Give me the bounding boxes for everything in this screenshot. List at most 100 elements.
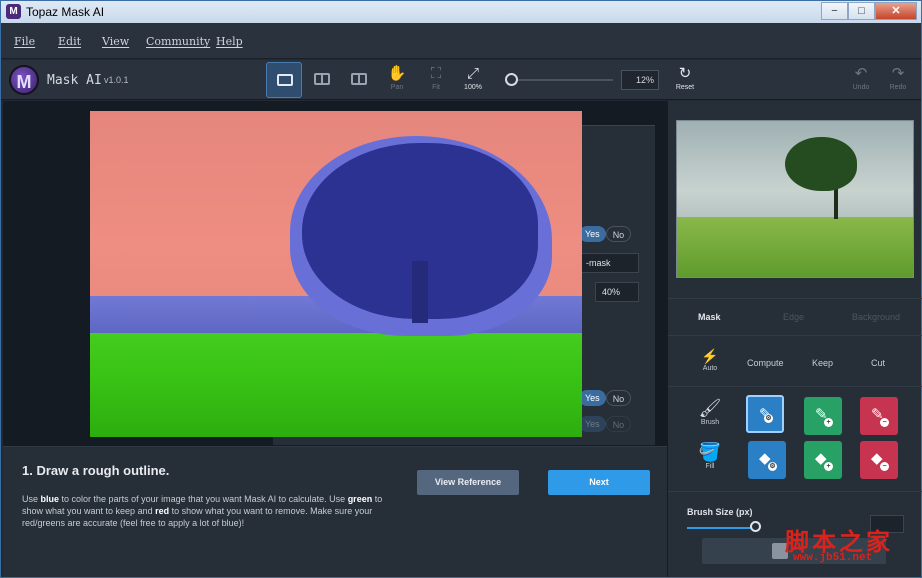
keep-fill-button[interactable]: ◆ + <box>804 441 842 479</box>
step-title: 1. Draw a rough outline. <box>22 463 170 478</box>
window-title: Topaz Mask AI <box>26 5 105 19</box>
undo-button[interactable]: ↶ Undo <box>845 64 877 91</box>
toggle-2[interactable]: Yes No <box>579 390 632 406</box>
title-bar: M Topaz Mask AI − □ ✕ <box>1 1 921 23</box>
reset-icon: ↻ <box>678 65 692 82</box>
keep-label: Keep <box>812 358 834 368</box>
auto-button[interactable]: ⚡ Auto <box>700 347 720 372</box>
lightning-icon: ⚡ <box>701 348 719 364</box>
app-name: Mask AI <box>47 73 102 88</box>
side-by-side-view-button[interactable] <box>341 62 377 98</box>
expand-icon: ⤢ <box>466 65 479 82</box>
instructions-panel: 1. Draw a rough outline. Use blue to col… <box>3 446 667 577</box>
divider <box>668 386 922 387</box>
minimize-button[interactable]: − <box>821 2 848 20</box>
compute-fill-button[interactable]: ◆ ⚙ <box>748 441 786 479</box>
fit-tool[interactable]: ⛶ Fit <box>420 64 452 91</box>
pan-tool[interactable]: ✋ Pan <box>381 64 413 91</box>
toggle-3-no[interactable]: No <box>605 416 632 432</box>
hand-icon: ✋ <box>387 65 407 82</box>
percent-dropdown[interactable]: 40% <box>595 282 639 302</box>
next-button[interactable]: Next <box>548 470 650 495</box>
menu-help[interactable]: Help <box>216 35 243 48</box>
preview-grass <box>677 217 913 277</box>
close-button[interactable]: ✕ <box>875 2 917 20</box>
app-icon: M <box>6 4 21 19</box>
brush-label: Brush <box>700 419 720 426</box>
tree-trunk <box>412 261 428 323</box>
auto-label: Auto <box>702 365 718 372</box>
redo-icon: ↷ <box>891 65 905 82</box>
maximize-button[interactable]: □ <box>848 2 875 20</box>
app-logo: M <box>9 65 39 95</box>
app-version: v1.0.1 <box>104 75 129 85</box>
fit-label: Fit <box>432 84 440 91</box>
brush-size-slider[interactable] <box>687 527 755 529</box>
step-description: Use blue to color the parts of your imag… <box>22 493 402 529</box>
brush-size-handle[interactable] <box>750 521 761 532</box>
pan-label: Pan <box>390 84 404 91</box>
redo-button[interactable]: ↷ Redo <box>882 64 914 91</box>
menu-view[interactable]: View <box>102 35 129 48</box>
divider <box>668 491 922 492</box>
step-blue: blue <box>40 494 60 504</box>
mask-name-field[interactable]: -mask <box>579 253 639 273</box>
menu-community[interactable]: Community <box>146 35 210 48</box>
menu-edit[interactable]: Edit <box>58 35 81 48</box>
brush-tool-label: 🖌 Brush <box>695 397 725 426</box>
menu-bar: File Edit View Community Help <box>1 23 921 59</box>
step-green: green <box>347 494 373 504</box>
window-controls: − □ ✕ <box>821 2 917 20</box>
undo-icon: ↶ <box>854 65 868 82</box>
minus-icon: − <box>880 462 889 471</box>
fill-tool-label: 🪣 Fill <box>695 441 725 470</box>
gear-icon: ⚙ <box>764 414 773 423</box>
fill-label: Fill <box>705 463 715 470</box>
single-view-button[interactable] <box>266 62 302 98</box>
redo-label: Redo <box>889 84 907 91</box>
step-text-1: Use <box>22 494 41 504</box>
toggle-2-no[interactable]: No <box>605 390 632 406</box>
compute-brush-button[interactable]: ✎⚙ <box>746 395 784 433</box>
cut-brush-button[interactable]: ✎ − <box>860 397 898 435</box>
single-view-icon <box>277 74 293 86</box>
toggle-1-yes[interactable]: Yes <box>579 226 606 242</box>
fill-icon: 🪣 <box>698 442 722 462</box>
reset-button[interactable]: ↻ Reset <box>669 64 701 91</box>
tab-mask[interactable]: Mask <box>698 312 721 322</box>
preview-tree <box>785 137 857 191</box>
view-reference-button[interactable]: View Reference <box>417 470 519 495</box>
fit-icon: ⛶ <box>430 65 442 82</box>
reset-label: Reset <box>675 84 695 91</box>
mode-tabs: Mask Edge Background <box>668 298 922 336</box>
split-view-button[interactable] <box>304 62 340 98</box>
plus-icon: + <box>824 462 833 471</box>
menu-file[interactable]: File <box>14 35 35 48</box>
zoom-100-tool[interactable]: ⤢ 100% <box>457 64 489 91</box>
toggle-2-yes[interactable]: Yes <box>579 390 606 406</box>
gear-icon: ⚙ <box>768 462 777 471</box>
zoom-slider[interactable] <box>507 79 613 81</box>
right-panel: Mask Edge Background ⚡ Auto Compute Keep … <box>667 101 922 577</box>
toggle-3-yes[interactable]: Yes <box>579 416 606 432</box>
keep-brush-button[interactable]: ✎ + <box>804 397 842 435</box>
split-view-icon <box>314 73 330 85</box>
zoom-100-label: 100% <box>464 84 482 91</box>
zoom-input[interactable]: 12% <box>621 70 659 90</box>
cut-label: Cut <box>871 358 886 368</box>
watermark-url: www.jb51.net <box>793 552 873 564</box>
toolbar: M Mask AI v1.0.1 ✋ Pan ⛶ Fit ⤢ 100% 12% ↻ Re… <box>1 60 921 100</box>
app-window: M Topaz Mask AI − □ ✕ File Edit View Com… <box>0 0 922 578</box>
tab-edge[interactable]: Edge <box>783 312 804 322</box>
cut-fill-button[interactable]: ◆ − <box>860 441 898 479</box>
plus-icon: + <box>824 418 833 427</box>
toggle-3[interactable]: Yes No <box>579 416 632 432</box>
image-canvas[interactable] <box>90 111 582 437</box>
tab-background[interactable]: Background <box>852 312 900 322</box>
undo-label: Undo <box>852 84 870 91</box>
keep-region <box>90 333 582 437</box>
toggle-1[interactable]: Yes No <box>579 226 632 242</box>
toggle-1-no[interactable]: No <box>605 226 632 242</box>
zoom-slider-handle[interactable] <box>505 73 518 86</box>
preview-thumbnail <box>676 120 914 278</box>
